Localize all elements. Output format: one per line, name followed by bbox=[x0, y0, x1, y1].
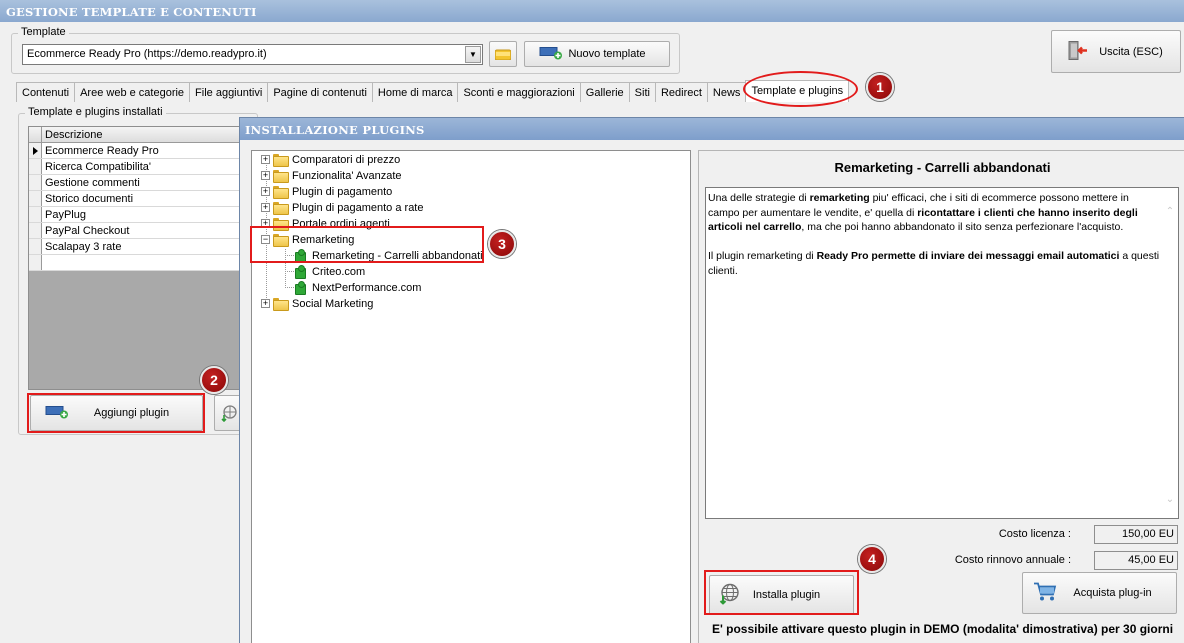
expand-icon[interactable]: + bbox=[261, 155, 270, 164]
tab-pagine-contenuti[interactable]: Pagine di contenuti bbox=[267, 82, 373, 102]
expand-icon[interactable]: + bbox=[261, 299, 270, 308]
folder-icon bbox=[273, 170, 289, 183]
demo-note: E' possibile attivare questo plugin in D… bbox=[711, 622, 1174, 636]
table-row[interactable]: Ecommerce Ready Pro bbox=[29, 143, 241, 159]
plugin-puzzle-icon bbox=[294, 281, 307, 295]
tab-file-aggiuntivi[interactable]: File aggiuntivi bbox=[189, 82, 269, 102]
annotation-badge-2: 2 bbox=[200, 366, 228, 394]
grid-header: Descrizione bbox=[29, 127, 241, 143]
window-title: GESTIONE TEMPLATE E CONTENUTI bbox=[0, 0, 1184, 22]
tree-node-pagamento-rate[interactable]: + Plugin di pagamento a rate bbox=[261, 200, 423, 215]
exit-button[interactable]: Uscita (ESC) bbox=[1051, 30, 1181, 73]
tab-news[interactable]: News bbox=[706, 82, 747, 102]
chevron-down-icon[interactable]: ▼ bbox=[465, 46, 481, 63]
scroll-up-icon[interactable]: ⌃ bbox=[1165, 207, 1175, 217]
buy-plugin-button[interactable]: Acquista plug-in bbox=[1022, 572, 1177, 614]
template-group-label: Template bbox=[18, 26, 69, 38]
exit-label: Uscita (ESC) bbox=[1099, 45, 1163, 58]
renewal-cost-label: Costo rinnovo annuale : bbox=[954, 554, 1071, 566]
annotation-badge-3: 3 bbox=[488, 230, 516, 258]
license-cost-value: 150,00 EU bbox=[1094, 525, 1178, 544]
license-cost-label: Costo licenza : bbox=[998, 528, 1071, 540]
tab-gallerie[interactable]: Gallerie bbox=[579, 82, 630, 102]
expand-icon[interactable]: + bbox=[261, 171, 270, 180]
plugin-puzzle-icon bbox=[294, 265, 307, 279]
folder-icon bbox=[273, 298, 289, 311]
tab-redirect[interactable]: Redirect bbox=[654, 82, 708, 102]
folder-icon bbox=[273, 186, 289, 199]
table-row[interactable]: Scalapay 3 rate bbox=[29, 239, 241, 255]
annotation-badge-1: 1 bbox=[866, 73, 894, 101]
plugin-description[interactable]: Una delle strategie di remarketing piu' … bbox=[705, 187, 1179, 519]
tree-node-pagamento[interactable]: + Plugin di pagamento bbox=[261, 184, 392, 199]
add-plugin-highlight bbox=[27, 393, 205, 433]
column-header-descrizione[interactable]: Descrizione bbox=[42, 127, 241, 142]
table-row[interactable]: Storico documenti bbox=[29, 191, 241, 207]
table-row[interactable]: Ricerca Compatibilita' bbox=[29, 159, 241, 175]
annotation-badge-4: 4 bbox=[858, 545, 886, 573]
plugin-tree[interactable]: + Comparatori di prezzo + Funzionalita' Av… bbox=[251, 150, 691, 643]
installed-plugins-grid: Descrizione Ecommerce Ready Pro Ricerca … bbox=[28, 126, 242, 390]
template-select-value: Ecommerce Ready Pro (https://demo.readyp… bbox=[27, 48, 267, 60]
globe-download-icon bbox=[221, 405, 237, 422]
main-tabs: Contenuti Aree web e categorie File aggi… bbox=[16, 80, 850, 102]
new-template-button[interactable]: Nuovo template bbox=[524, 41, 670, 67]
plugin-title: Remarketing - Carrelli abbandonati bbox=[834, 160, 1051, 175]
table-row-empty[interactable] bbox=[29, 255, 241, 271]
install-plugins-dialog: INSTALLAZIONE PLUGINS + Comparatori di pr… bbox=[239, 117, 1184, 643]
tree-node-comparatori[interactable]: + Comparatori di prezzo bbox=[261, 152, 400, 167]
installed-plugins-label: Template e plugins installati bbox=[25, 106, 166, 118]
dialog-title: INSTALLAZIONE PLUGINS bbox=[240, 118, 1184, 140]
tab-home-marca[interactable]: Home di marca bbox=[371, 82, 459, 102]
renewal-cost-value: 45,00 EU bbox=[1094, 551, 1178, 570]
tab-sconti[interactable]: Sconti e maggiorazioni bbox=[457, 82, 581, 102]
expand-icon[interactable]: + bbox=[261, 187, 270, 196]
tab-aree-web[interactable]: Aree web e categorie bbox=[74, 82, 191, 102]
row-pointer-icon bbox=[33, 147, 38, 155]
tab-highlight-ellipse bbox=[743, 71, 858, 107]
table-row[interactable]: Gestione commenti bbox=[29, 175, 241, 191]
tree-node-highlight bbox=[250, 226, 484, 263]
expand-icon[interactable]: + bbox=[261, 203, 270, 212]
tree-node-criteo[interactable]: Criteo.com bbox=[294, 264, 365, 279]
table-row[interactable]: PayPal Checkout bbox=[29, 223, 241, 239]
tab-contenuti[interactable]: Contenuti bbox=[16, 82, 76, 102]
install-button-highlight bbox=[704, 570, 859, 615]
tab-siti[interactable]: Siti bbox=[628, 82, 656, 102]
folder-icon bbox=[273, 202, 289, 215]
template-select[interactable]: Ecommerce Ready Pro (https://demo.readyp… bbox=[22, 44, 483, 65]
tree-node-funzionalita[interactable]: + Funzionalita' Avanzate bbox=[261, 168, 402, 183]
add-screen-icon bbox=[539, 45, 563, 64]
tree-node-nextperformance[interactable]: NextPerformance.com bbox=[294, 280, 421, 295]
tree-node-social-marketing[interactable]: + Social Marketing bbox=[261, 296, 373, 311]
exit-door-icon bbox=[1066, 40, 1088, 63]
new-template-label: Nuovo template bbox=[568, 48, 646, 60]
shopping-cart-icon bbox=[1033, 581, 1057, 606]
folder-icon bbox=[273, 154, 289, 167]
scroll-down-icon[interactable]: ⌄ bbox=[1165, 495, 1175, 505]
buy-plugin-label: Acquista plug-in bbox=[1073, 587, 1152, 599]
folder-icon bbox=[495, 49, 511, 60]
open-folder-button[interactable] bbox=[489, 41, 517, 67]
table-row[interactable]: PayPlug bbox=[29, 207, 241, 223]
